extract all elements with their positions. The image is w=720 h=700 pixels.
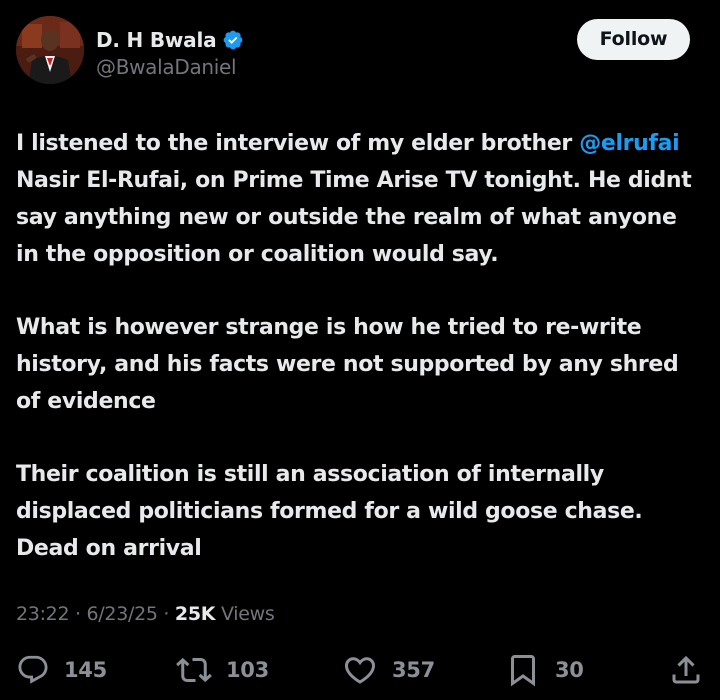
mention-link[interactable]: @elrufai	[579, 131, 679, 156]
tweet-paragraph: I listened to the interview of my elder …	[16, 125, 706, 273]
views-count[interactable]: 25K	[175, 603, 216, 625]
repost-count: 103	[226, 658, 269, 682]
reply-count: 145	[64, 658, 107, 682]
repost-button[interactable]: 103	[176, 648, 269, 692]
meta-separator: ·	[163, 603, 170, 625]
author-display-name[interactable]: D. H Bwala	[96, 28, 217, 52]
bookmark-icon	[505, 652, 541, 688]
like-count: 357	[392, 658, 435, 682]
views-label[interactable]: Views	[221, 603, 275, 625]
like-button[interactable]: 357	[342, 648, 435, 692]
share-button[interactable]	[668, 648, 704, 692]
follow-button[interactable]: Follow	[577, 19, 690, 60]
author-handle[interactable]: @BwalaDaniel	[96, 55, 237, 79]
author-name-row[interactable]: D. H Bwala	[96, 28, 244, 52]
like-icon	[342, 652, 378, 688]
reply-button[interactable]: 145	[16, 648, 107, 692]
share-icon	[668, 652, 704, 688]
profile-avatar[interactable]	[16, 16, 84, 84]
tweet-text: I listened to the interview of my elder …	[16, 125, 706, 567]
tweet-text-segment: I listened to the interview of my elder …	[16, 131, 580, 156]
tweet-time[interactable]: 23:22	[16, 603, 70, 625]
meta-separator: ·	[75, 603, 81, 625]
repost-icon	[176, 652, 212, 688]
bookmark-count: 30	[555, 658, 584, 682]
tweet-date[interactable]: 6/23/25	[87, 603, 158, 625]
verified-badge-icon[interactable]	[222, 29, 244, 51]
bookmark-button[interactable]: 30	[505, 648, 584, 692]
reply-icon	[16, 653, 50, 687]
tweet-paragraph: What is however strange is how he tried …	[16, 315, 679, 414]
tweet-actions: 145 103 357 30	[0, 648, 720, 692]
tweet-meta: 23:22 · 6/23/25 · 25K Views	[16, 603, 275, 625]
tweet-paragraph: Their coalition is still an association …	[16, 462, 643, 561]
avatar-image	[16, 16, 84, 84]
tweet-text-segment: Nasir El-Rufai, on Prime Time Arise TV t…	[16, 168, 692, 267]
